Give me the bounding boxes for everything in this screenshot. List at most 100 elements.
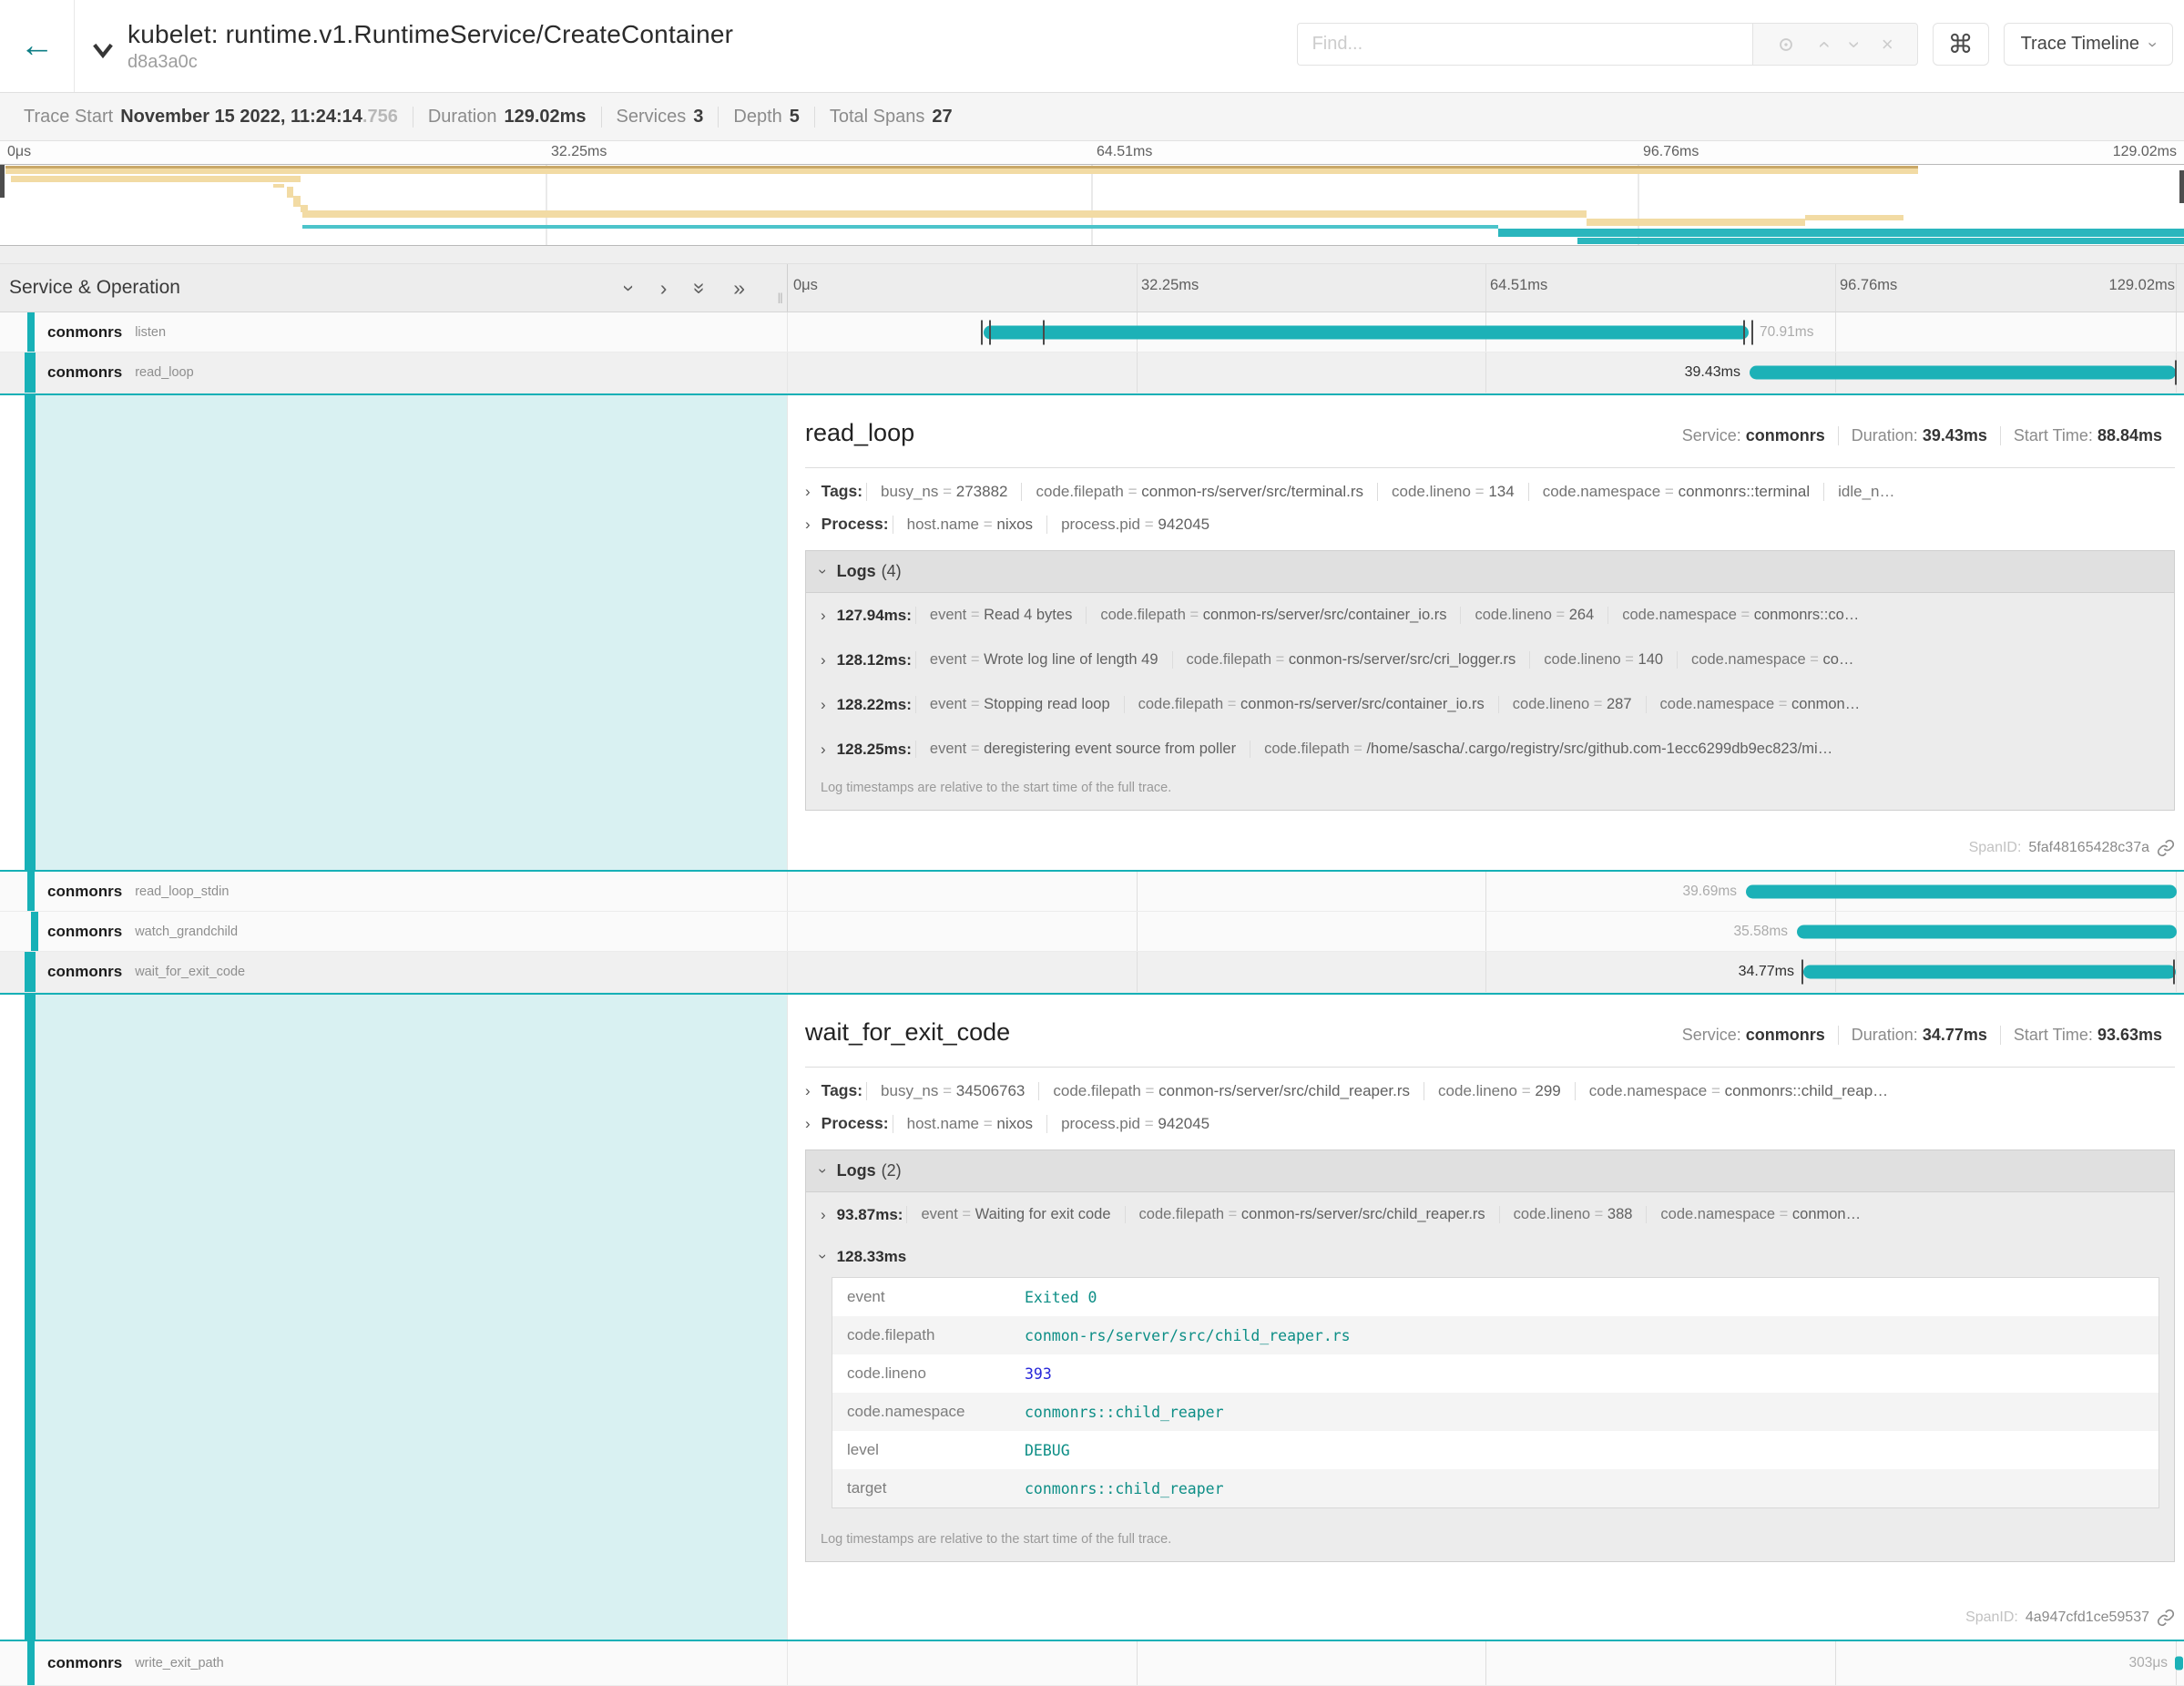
span-id-value: 5faf48165428c37a — [2028, 840, 2149, 856]
detail-stats: Service: conmonrs Duration: 39.43ms Star… — [1669, 426, 2175, 445]
header-toolbar: › › × ⌘ Trace Timeline › — [1297, 23, 2173, 66]
log-marker — [981, 320, 983, 344]
log-entry[interactable]: › 128.25ms: eventderegistering event sou… — [806, 727, 2174, 771]
view-selector[interactable]: Trace Timeline › — [2004, 23, 2173, 66]
log-entry[interactable]: › 128.22ms: eventStopping read loop code… — [806, 682, 2174, 727]
span-operation: wait_for_exit_code — [135, 965, 245, 979]
collapse-controls: › › » » — [626, 278, 745, 299]
span-service: conmonrs — [47, 883, 122, 901]
tags-row[interactable]: › Tags: busy_ns273882 code.filepathconmo… — [805, 482, 2175, 501]
table-row: event Exited 0 — [832, 1278, 2158, 1316]
chevron-down-icon: › — [815, 569, 831, 575]
span-name-cell[interactable]: conmonrs wait_for_exit_code — [0, 952, 788, 992]
span-bar[interactable] — [1746, 884, 2177, 898]
table-row: code.namespace conmonrs::child_reaper — [832, 1393, 2158, 1431]
find-next-icon[interactable]: › — [1843, 41, 1865, 48]
span-detail-wait-for-exit-code: wait_for_exit_code Service: conmonrs Dur… — [0, 993, 2184, 1641]
span-color-accent — [25, 353, 36, 393]
detail-divider — [805, 1067, 2175, 1068]
trace-depth: Depth5 — [718, 107, 814, 128]
timeline-tick: 32.25ms — [1141, 277, 1199, 294]
span-duration-label: 303μs — [2128, 1655, 2168, 1671]
locate-icon[interactable] — [1776, 35, 1796, 55]
process-row[interactable]: › Process: host.namenixos process.pid942… — [805, 515, 2175, 534]
process-item: process.pid942045 — [1046, 516, 1223, 534]
detail-header: read_loop Service: conmonrs Duration: 39… — [805, 419, 2175, 447]
log-entry-expanded[interactable]: › 128.33ms — [806, 1237, 2174, 1277]
span-bar[interactable] — [1750, 366, 2176, 380]
link-icon[interactable] — [2157, 839, 2175, 857]
minimap-tick: 96.76ms — [1643, 144, 1699, 160]
collapse-all-icon[interactable]: » — [689, 282, 710, 294]
chevron-right-icon: › — [821, 1206, 826, 1224]
keyboard-shortcuts-button[interactable]: ⌘ — [1933, 23, 1989, 66]
span-row-watch-grandchild[interactable]: conmonrs watch_grandchild 35.58ms — [0, 912, 2184, 952]
span-name-cell[interactable]: conmonrs read_loop — [0, 353, 788, 393]
view-selector-label: Trace Timeline — [2021, 34, 2139, 55]
timeline-tick: 64.51ms — [1490, 277, 1547, 294]
detail-stats: Service: conmonrs Duration: 34.77ms Star… — [1669, 1026, 2175, 1045]
span-id-label: SpanID: — [1969, 840, 2022, 856]
trace-start: Trace StartNovember 15 2022, 11:24:14.75… — [9, 107, 413, 128]
span-bar[interactable] — [2175, 1657, 2183, 1671]
tag-item: code.lineno299 — [1424, 1082, 1575, 1100]
span-service: conmonrs — [47, 323, 122, 342]
find-group: › › × — [1297, 23, 1918, 66]
process-row[interactable]: › Process: host.namenixos process.pid942… — [805, 1114, 2175, 1133]
trace-minimap[interactable] — [0, 164, 2184, 246]
trace-title-expander[interactable] — [89, 36, 117, 68]
process-label: Process: — [822, 515, 889, 534]
clear-search-icon[interactable]: × — [1882, 33, 1893, 56]
span-timeline-cell[interactable]: 70.91ms — [788, 312, 2184, 352]
span-row-listen[interactable]: conmonrs listen 70.91ms — [0, 312, 2184, 353]
column-resize-handle[interactable]: ‖ — [777, 291, 783, 308]
detail-content: read_loop Service: conmonrs Duration: 39… — [788, 395, 2184, 870]
span-row-read-loop-stdin[interactable]: conmonrs read_loop_stdin 39.69ms — [0, 872, 2184, 912]
span-color-accent — [25, 995, 36, 1640]
expand-all-icon[interactable]: » — [733, 278, 745, 299]
span-name-cell[interactable]: conmonrs write_exit_path — [0, 1641, 788, 1685]
span-row-read-loop[interactable]: conmonrs read_loop 39.43ms — [0, 353, 2184, 393]
span-timeline-cell[interactable]: 39.69ms — [788, 872, 2184, 911]
span-bar[interactable] — [984, 325, 1749, 339]
span-timeline-cell[interactable]: 39.43ms — [788, 353, 2184, 393]
log-entry[interactable]: › 93.87ms: eventWaiting for exit code co… — [806, 1192, 2174, 1237]
logs-header[interactable]: › Logs (4) — [806, 551, 2174, 593]
log-entry[interactable]: › 128.12ms: eventWrote log line of lengt… — [806, 638, 2174, 682]
span-name-cell[interactable]: conmonrs watch_grandchild — [0, 912, 788, 951]
span-row-wait-for-exit-code[interactable]: conmonrs wait_for_exit_code 34.77ms — [0, 952, 2184, 993]
search-controls: › › × — [1752, 23, 1918, 66]
link-icon[interactable] — [2157, 1609, 2175, 1627]
search-input[interactable] — [1297, 23, 1752, 66]
timeline-tick: 0μs — [793, 277, 818, 294]
span-name-cell[interactable]: conmonrs read_loop_stdin — [0, 872, 788, 911]
span-service: conmonrs — [47, 963, 122, 981]
span-row-write-exit-path[interactable]: conmonrs write_exit_path 303μs — [0, 1641, 2184, 1686]
trace-id: d8a3a0c — [128, 52, 733, 73]
span-timeline-cell[interactable]: 35.58ms — [788, 912, 2184, 951]
span-timeline-cell[interactable]: 34.77ms — [788, 952, 2184, 992]
span-color-accent — [25, 395, 36, 870]
span-operation: listen — [135, 325, 166, 340]
tags-row[interactable]: › Tags: busy_ns34506763 code.filepathcon… — [805, 1081, 2175, 1100]
detail-divider — [805, 467, 2175, 468]
logs-header[interactable]: › Logs (2) — [806, 1150, 2174, 1192]
back-button[interactable]: ← — [0, 0, 75, 92]
span-timeline-cell[interactable]: 303μs — [788, 1641, 2184, 1685]
service-operation-label: Service & Operation — [9, 277, 180, 299]
trace-total-spans: Total Spans27 — [814, 107, 967, 128]
span-bar[interactable] — [1797, 925, 2177, 938]
table-row: level DEBUG — [832, 1431, 2158, 1469]
jaeger-trace-view: ← kubelet: runtime.v1.RuntimeService/Cre… — [0, 0, 2184, 1686]
tag-item: code.namespaceconmonrs::child_reap… — [1575, 1082, 1902, 1100]
span-bar[interactable] — [1803, 966, 2176, 979]
find-prev-icon[interactable]: › — [1812, 41, 1834, 48]
tag-item: code.filepathconmon-rs/server/src/child_… — [1038, 1082, 1424, 1100]
span-name-cell[interactable]: conmonrs listen — [0, 312, 788, 352]
span-operation: read_loop_stdin — [135, 884, 229, 899]
expand-one-icon[interactable]: › — [660, 278, 668, 299]
collapse-one-icon[interactable]: › — [618, 284, 639, 291]
log-marker — [1043, 320, 1045, 344]
log-entry[interactable]: › 127.94ms: eventRead 4 bytes code.filep… — [806, 593, 2174, 638]
chevron-right-icon: › — [805, 1115, 811, 1133]
